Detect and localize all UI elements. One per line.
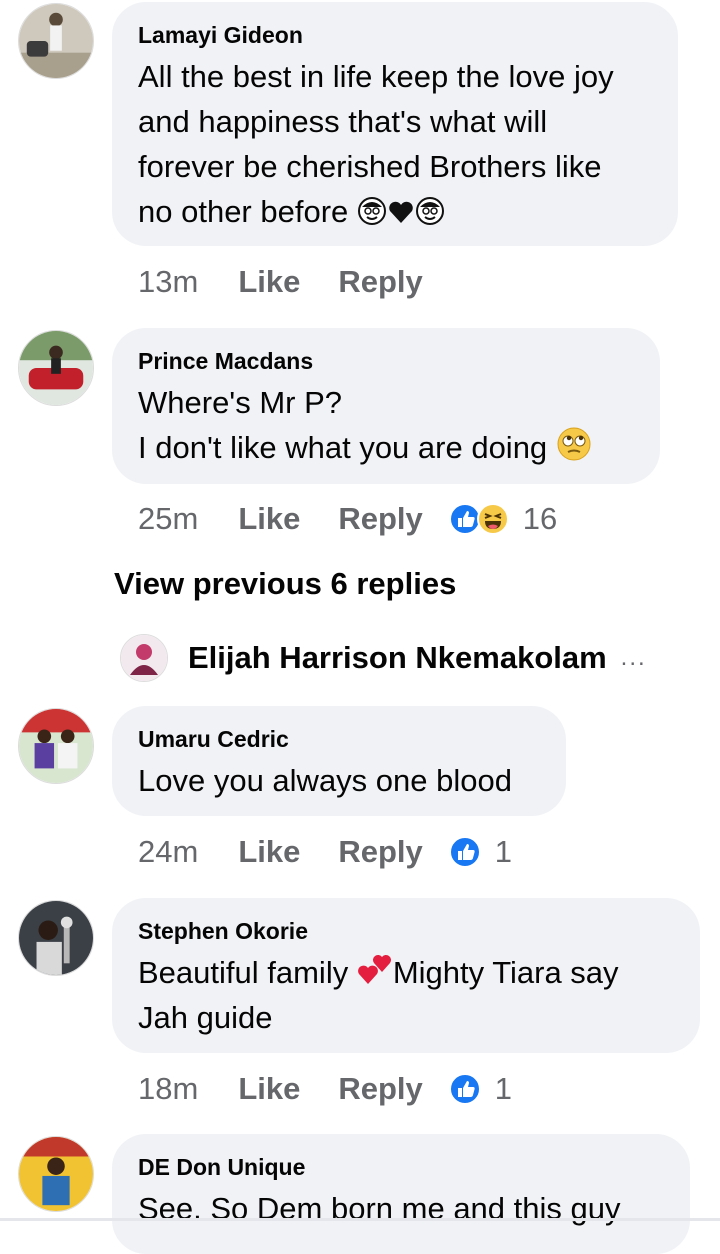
like-button[interactable]: Like xyxy=(238,501,300,537)
comment-bubble: Prince Macdans Where's Mr P? I don't lik… xyxy=(112,328,660,484)
comment-text-fragment: I don't like what you are doing xyxy=(138,430,548,465)
reply-thread-author[interactable]: Elijah Harrison Nkemakolam xyxy=(188,640,607,676)
comment-author[interactable]: Stephen Okorie xyxy=(138,916,674,946)
comment-text-fragment: no other before xyxy=(138,194,349,229)
like-button[interactable]: Like xyxy=(238,834,300,870)
thumbs-up-icon xyxy=(448,1073,481,1105)
comment-text-line: All the best in life keep the love joy xyxy=(138,59,614,94)
thumbs-up-icon xyxy=(448,836,481,868)
comment-author[interactable]: DE Don Unique xyxy=(138,1152,664,1182)
comment-time[interactable]: 25m xyxy=(138,501,198,537)
comment-text-line: and happiness that's what will xyxy=(138,104,548,139)
comment-bubble: Stephen Okorie Beautiful family Mighty T… xyxy=(112,898,700,1053)
comment-text: All the best in life keep the love joy a… xyxy=(138,54,652,234)
comment-text-line: forever be cherished Brothers like xyxy=(138,149,602,184)
comment-meta: 25m Like Reply 16 xyxy=(138,497,557,541)
comment-meta: 13m Like Reply xyxy=(138,260,461,304)
avatar[interactable] xyxy=(18,3,94,79)
reply-thread-row[interactable]: Elijah Harrison Nkemakolam ... xyxy=(120,634,647,682)
comment-author[interactable]: Umaru Cedric xyxy=(138,724,540,754)
like-button[interactable]: Like xyxy=(238,264,300,300)
two-hearts-emoji-icon xyxy=(357,953,393,987)
reaction-count: 1 xyxy=(494,1071,513,1106)
comment-text: Beautiful family Mighty Tiara say Jah gu… xyxy=(138,950,674,1040)
eye-roll-emoji-icon xyxy=(556,426,592,462)
reaction-count: 16 xyxy=(522,501,558,536)
comment-text-fragment: Mighty Tiara say xyxy=(392,955,619,990)
reactions-summary[interactable]: 16 xyxy=(448,501,558,537)
reply-button[interactable]: Reply xyxy=(338,834,422,870)
comment-time[interactable]: 18m xyxy=(138,1071,198,1107)
comment-bubble: Umaru Cedric Love you always one blood xyxy=(112,706,566,816)
avatar[interactable] xyxy=(120,634,168,682)
avatar[interactable] xyxy=(18,330,94,406)
comment-text-line: See. So Dem born me and this guy xyxy=(138,1191,621,1226)
reaction-count: 1 xyxy=(494,834,513,869)
comment-meta: 24m Like Reply 1 xyxy=(138,830,512,874)
avatar[interactable] xyxy=(18,708,94,784)
comment-text-line: Jah guide xyxy=(138,1000,273,1035)
comment-time[interactable]: 24m xyxy=(138,834,198,870)
comment-text-line: Love you always one blood xyxy=(138,763,512,798)
smiley-face-emoji-icon xyxy=(357,196,387,226)
avatar[interactable] xyxy=(18,900,94,976)
comment-text: Love you always one blood xyxy=(138,758,540,803)
comment-meta: 18m Like Reply 1 xyxy=(138,1067,512,1111)
comment-text-line: no other before xyxy=(138,189,652,234)
more-options[interactable]: ... xyxy=(621,644,647,672)
comment-author[interactable]: Prince Macdans xyxy=(138,346,634,376)
reply-button[interactable]: Reply xyxy=(338,501,422,537)
avatar[interactable] xyxy=(18,1136,94,1212)
reactions-summary[interactable]: 1 xyxy=(448,834,513,870)
smiley-face-emoji-icon xyxy=(415,196,445,226)
reply-button[interactable]: Reply xyxy=(338,1071,422,1107)
heart-emoji-icon xyxy=(387,198,415,226)
comment-text-line: I don't like what you are doing xyxy=(138,425,634,470)
comment-text: Where's Mr P? I don't like what you are … xyxy=(138,380,634,470)
comment-text-line: Where's Mr P? xyxy=(138,385,343,420)
comment-text: See. So Dem born me and this guy xyxy=(138,1186,664,1231)
reply-button[interactable]: Reply xyxy=(338,264,422,300)
laughing-face-icon xyxy=(476,503,509,535)
reactions-summary[interactable]: 1 xyxy=(448,1071,513,1107)
comment-text-fragment: Beautiful family xyxy=(138,955,349,990)
comment-author[interactable]: Lamayi Gideon xyxy=(138,20,652,50)
comment-bubble: DE Don Unique See. So Dem born me and th… xyxy=(112,1134,690,1254)
comment-bubble: Lamayi Gideon All the best in life keep … xyxy=(112,2,678,246)
view-previous-replies-link[interactable]: View previous 6 replies xyxy=(114,566,456,602)
comment-text-line: Beautiful family Mighty Tiara say xyxy=(138,950,674,995)
comment-time[interactable]: 13m xyxy=(138,264,198,300)
like-button[interactable]: Like xyxy=(238,1071,300,1107)
